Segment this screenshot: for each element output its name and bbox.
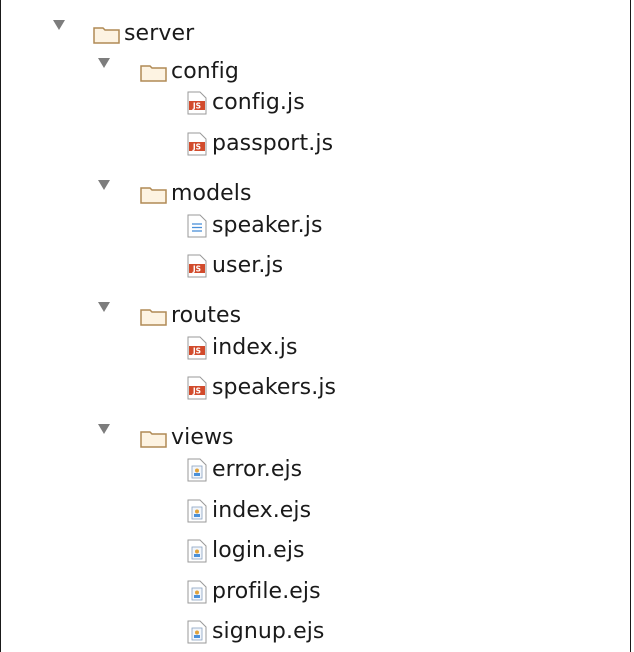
tree-file-speaker-js[interactable]: speaker.js <box>187 206 323 246</box>
disclosure-arrow-icon[interactable] <box>98 58 110 68</box>
file-label: speakers.js <box>212 375 337 400</box>
ejs-file-icon <box>187 499 207 523</box>
file-label: passport.js <box>212 131 334 156</box>
folder-icon <box>140 430 167 448</box>
file-label: error.ejs <box>212 457 303 482</box>
ejs-file-icon <box>187 458 207 482</box>
tree-file-speakers-js[interactable]: JS speakers.js <box>187 368 336 408</box>
folder-icon <box>93 26 120 44</box>
ejs-file-icon <box>187 620 207 644</box>
tree-file-index-ejs[interactable]: index.ejs <box>187 491 311 531</box>
svg-text:JS: JS <box>192 143 201 152</box>
folder-icon <box>140 64 167 82</box>
svg-text:JS: JS <box>192 265 201 274</box>
svg-text:JS: JS <box>192 347 201 356</box>
file-label: config.js <box>212 90 305 115</box>
disclosure-arrow-icon[interactable] <box>53 20 65 30</box>
js-file-icon: JS <box>187 132 207 156</box>
file-label: signup.ejs <box>212 619 325 644</box>
tree-file-profile-ejs[interactable]: profile.ejs <box>187 572 321 612</box>
file-label: profile.ejs <box>212 579 321 604</box>
tree-file-user-js[interactable]: JS user.js <box>187 246 283 286</box>
tree-file-config-js[interactable]: JS config.js <box>187 83 305 123</box>
ejs-file-icon <box>187 539 207 563</box>
file-label: speaker.js <box>212 213 323 238</box>
tree-file-signup-ejs[interactable]: signup.ejs <box>187 612 325 652</box>
disclosure-arrow-icon[interactable] <box>98 302 110 312</box>
file-label: login.ejs <box>212 538 305 563</box>
ejs-file-icon <box>187 580 207 604</box>
text-file-icon <box>187 214 207 238</box>
tree-file-login-ejs[interactable]: login.ejs <box>187 531 305 571</box>
js-file-icon: JS <box>187 376 207 400</box>
js-file-icon: JS <box>187 336 207 360</box>
file-label: user.js <box>212 253 284 278</box>
folder-icon <box>140 186 167 204</box>
project-tree-panel: server config JS config.js JS passport.j… <box>0 0 631 652</box>
file-label: index.js <box>212 335 298 360</box>
js-file-icon: JS <box>187 91 207 115</box>
tree-file-index-js[interactable]: JS index.js <box>187 328 298 368</box>
svg-text:JS: JS <box>192 387 201 396</box>
disclosure-arrow-icon[interactable] <box>98 180 110 190</box>
folder-icon <box>140 308 167 326</box>
js-file-icon: JS <box>187 254 207 278</box>
tree-file-passport-js[interactable]: JS passport.js <box>187 124 333 164</box>
disclosure-arrow-icon[interactable] <box>98 424 110 434</box>
folder-label: server <box>124 21 195 46</box>
tree-file-error-ejs[interactable]: error.ejs <box>187 450 302 490</box>
svg-text:JS: JS <box>192 102 201 111</box>
file-label: index.ejs <box>212 498 312 523</box>
